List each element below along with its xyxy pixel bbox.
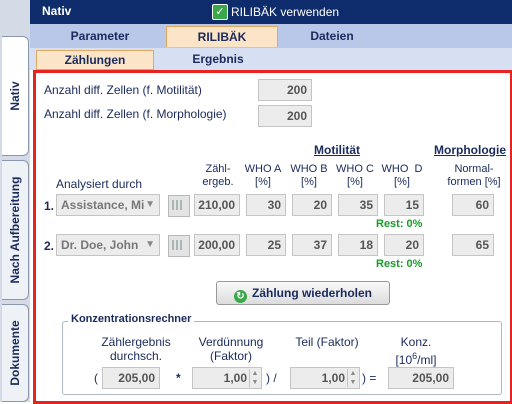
main-tab-row: Parameter RILIBÄK Dateien (30, 24, 512, 48)
morphology-count-field: 200 (258, 105, 312, 127)
conc-header-unit: [106/ml] (395, 351, 437, 367)
morphology-count-label: Anzahl diff. Zellen (f. Morphologie) (44, 107, 227, 121)
normal-forms-header: Normal- formen [%] (447, 163, 501, 188)
morphology-group-header: Morphologie (434, 143, 506, 157)
part-header: Teil (Faktor) (295, 335, 359, 349)
calculator-icon[interactable] (168, 235, 190, 257)
rest-indicator: Rest: 0% (376, 258, 423, 270)
rilibaek-checkbox[interactable]: ✓ (212, 4, 228, 20)
header-bar: Nativ ✓ RILIBÄK verwenden (30, 0, 512, 24)
who-b-field[interactable]: 37 (292, 234, 332, 256)
vtab-nach-aufbereitung[interactable]: Nach Aufbereitung (2, 160, 29, 300)
chevron-down-icon: ▼ (145, 239, 155, 250)
chevron-down-icon: ▼ (145, 199, 155, 210)
count-avg-header: Zählergebnis durchsch. (101, 335, 171, 363)
tab-zaehlungen[interactable]: Zählungen (36, 50, 154, 70)
who-a-header: WHO A [%] (244, 163, 282, 188)
analyst-select-value: Assistance, Mi (61, 198, 145, 212)
conc-header: Konz. [106/ml] (378, 335, 454, 367)
count-header: Zähl- ergeb. (202, 163, 234, 188)
vtab-dokumente[interactable]: Dokumente (2, 304, 29, 402)
vtab-label: Nativ (8, 81, 22, 111)
dilution-header: Verdünnung (Faktor) (198, 335, 264, 363)
count-field: 210,00 (194, 194, 240, 216)
motility-group-header: Motilität (314, 143, 360, 157)
calculator-icon[interactable] (168, 195, 190, 217)
conc-header-label: Konz. (400, 335, 432, 349)
part-field[interactable]: 1,00 ▲ ▼ (290, 367, 360, 389)
calculator-title: Konzentrationsrechner (68, 313, 195, 325)
dilution-field[interactable]: 1,00 ▲ ▼ (192, 367, 262, 389)
sub-tab-row: Zählungen Ergebnis (30, 48, 512, 70)
concentration-result-field: 205,00 (388, 367, 454, 389)
who-d-header: WHO D [%] (381, 163, 423, 188)
section-title: Nativ (42, 4, 72, 18)
rilibaek-checkbox-label[interactable]: RILIBÄK verwenden (231, 5, 339, 19)
vtab-label: Nach Aufbereitung (8, 176, 22, 284)
dilution-field-value: 1,00 (223, 371, 247, 385)
spinner-icon[interactable]: ▲ ▼ (249, 369, 260, 387)
tab-rilibaek[interactable]: RILIBÄK (166, 26, 278, 47)
analyst-select[interactable]: Assistance, Mi ▼ (56, 194, 160, 216)
who-c-field[interactable]: 35 (338, 194, 378, 216)
normal-forms-field[interactable]: 60 (452, 194, 494, 216)
row-number: 2. (44, 239, 55, 253)
rest-indicator: Rest: 0% (376, 218, 423, 230)
who-c-field[interactable]: 18 (338, 234, 378, 256)
analyst-select[interactable]: Dr. Doe, John ▼ (56, 234, 160, 256)
vtab-label: Dokumente (8, 320, 22, 386)
motility-count-label: Anzahl diff. Zellen (f. Motilität) (44, 83, 202, 97)
vtab-nativ[interactable]: Nativ (2, 36, 29, 156)
equals-sign: ) = (362, 371, 377, 385)
count-field: 200,00 (194, 234, 240, 256)
repeat-count-button[interactable]: ↻ Zählung wiederholen (216, 281, 390, 305)
vertical-tab-strip: Nativ Nach Aufbereitung Dokumente (0, 0, 30, 402)
who-a-field[interactable]: 30 (246, 194, 286, 216)
who-b-header: WHO B [%] (290, 163, 328, 188)
who-d-field[interactable]: 15 (384, 194, 424, 216)
divide-sign: ) / (266, 371, 277, 385)
normal-forms-field[interactable]: 65 (452, 234, 494, 256)
refresh-icon: ↻ (233, 290, 247, 303)
tab-dateien[interactable]: Dateien (282, 26, 382, 46)
who-c-header: WHO C [%] (336, 163, 374, 188)
tab-ergebnis[interactable]: Ergebnis (160, 50, 276, 68)
row-number: 1. (44, 199, 55, 213)
analyzed-by-header: Analysiert durch (56, 177, 143, 191)
who-b-field[interactable]: 20 (292, 194, 332, 216)
content-panel: Anzahl diff. Zellen (f. Motilität) 200 A… (33, 70, 512, 404)
spinner-icon[interactable]: ▲ ▼ (347, 369, 358, 387)
analyst-select-value: Dr. Doe, John (61, 238, 139, 252)
who-a-field[interactable]: 25 (246, 234, 286, 256)
part-field-value: 1,00 (321, 371, 345, 385)
count-avg-field: 205,00 (102, 367, 160, 389)
repeat-count-label: Zählung wiederholen (251, 286, 372, 300)
motility-count-field: 200 (258, 79, 312, 101)
who-d-field[interactable]: 20 (384, 234, 424, 256)
multiply-sign: * (176, 371, 181, 385)
open-paren: ( (94, 371, 98, 385)
tab-parameter[interactable]: Parameter (40, 26, 160, 46)
